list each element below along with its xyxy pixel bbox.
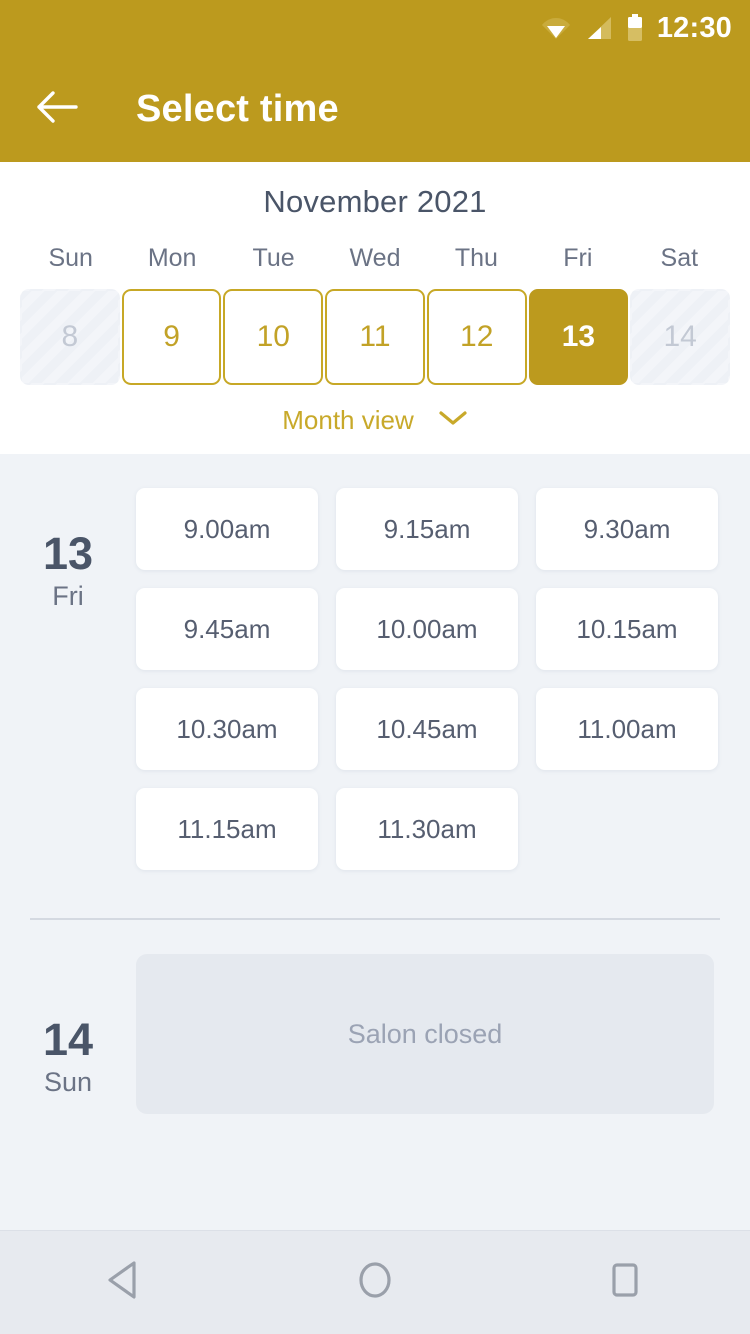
day-number: 14: [42, 1014, 94, 1065]
calendar-day-8: 8: [20, 289, 120, 385]
time-slot[interactable]: 9.15am: [336, 488, 518, 570]
time-slot[interactable]: 10.45am: [336, 688, 518, 770]
time-slot-grid-13: 9.00am 9.15am 9.30am 9.45am 10.00am 10.1…: [136, 488, 750, 870]
status-icons: [541, 14, 643, 42]
time-slot[interactable]: 10.30am: [136, 688, 318, 770]
salon-closed-banner: Salon closed: [136, 954, 714, 1114]
nav-recents-button[interactable]: [580, 1238, 670, 1328]
schedule-list[interactable]: 13 Fri 9.00am 9.15am 9.30am 9.45am 10.00…: [0, 454, 750, 1230]
day-label-13: 13 Fri: [0, 488, 136, 612]
home-circle-icon: [354, 1259, 396, 1306]
day-weekday: Sun: [43, 1067, 93, 1098]
weekday-label: Wed: [349, 244, 401, 272]
time-slot[interactable]: 10.15am: [536, 588, 718, 670]
status-bar: 12:30: [0, 0, 750, 56]
app-bar: Select time: [0, 56, 750, 162]
weekday-label: Thu: [454, 244, 498, 272]
nav-back-button[interactable]: [80, 1238, 170, 1328]
weekday-label: Tue: [252, 244, 295, 272]
calendar-day-14: 14: [630, 289, 730, 385]
calendar-day-12[interactable]: 12: [426, 289, 527, 385]
signal-icon: [585, 15, 613, 41]
time-slot[interactable]: 9.30am: [536, 488, 718, 570]
back-arrow-icon: [36, 90, 78, 129]
calendar-day-13-selected[interactable]: 13: [528, 289, 629, 385]
day-weekday: Fri: [52, 581, 84, 612]
calendar-day-9[interactable]: 9: [121, 289, 222, 385]
weekday-label: Sat: [660, 244, 699, 272]
calendar-day-10[interactable]: 10: [223, 289, 324, 385]
calendar-month-title: November 2021: [263, 184, 487, 219]
back-triangle-icon: [105, 1259, 145, 1306]
chevron-down-icon: [438, 409, 468, 432]
recents-square-icon: [605, 1259, 645, 1306]
time-slot[interactable]: 9.45am: [136, 588, 318, 670]
day-number: 13: [42, 528, 94, 579]
status-time: 12:30: [656, 11, 732, 44]
schedule-day-13: 13 Fri 9.00am 9.15am 9.30am 9.45am 10.00…: [0, 454, 750, 870]
schedule-day-14: 14 Sun Salon closed: [0, 920, 750, 1114]
weekday-label: Mon: [147, 244, 197, 272]
time-slot[interactable]: 10.00am: [336, 588, 518, 670]
time-slot[interactable]: 11.30am: [336, 788, 518, 870]
weekday-label: Fri: [563, 244, 593, 272]
android-nav-bar: [0, 1230, 750, 1334]
day-label-14: 14 Sun: [0, 954, 136, 1098]
calendar-weekday-row: Sun Mon Tue Wed Thu Fri Sat: [0, 244, 750, 273]
battery-icon: [627, 14, 643, 42]
month-view-toggle[interactable]: Month view: [0, 405, 750, 436]
calendar-day-row: 8 9 10 11 12 13 14: [0, 289, 750, 385]
page-title: Select time: [136, 87, 339, 130]
calendar-panel: November 2021 Sun Mon Tue Wed Thu Fri Sa…: [0, 162, 750, 454]
wifi-icon: [541, 15, 571, 41]
time-slot[interactable]: 9.00am: [136, 488, 318, 570]
weekday-label: Sun: [48, 244, 93, 272]
time-slot[interactable]: 11.15am: [136, 788, 318, 870]
time-slot[interactable]: 11.00am: [536, 688, 718, 770]
month-view-label: Month view: [282, 405, 414, 435]
app-screen: 12:30 Select time November 2021 Sun Mon …: [0, 0, 750, 1334]
nav-home-button[interactable]: [330, 1238, 420, 1328]
back-button[interactable]: [30, 82, 84, 136]
calendar-day-11[interactable]: 11: [325, 289, 425, 385]
